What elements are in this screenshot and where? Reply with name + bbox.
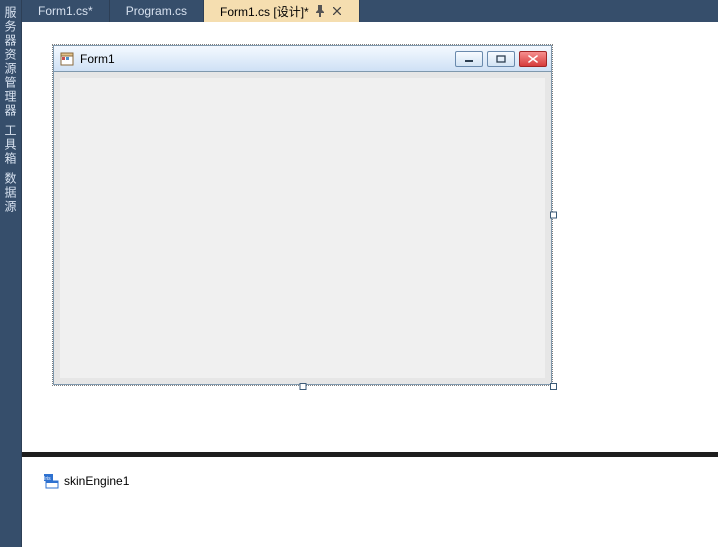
form-icon (60, 52, 74, 66)
designer-surface[interactable]: Form1 (22, 22, 718, 452)
window-buttons (455, 51, 547, 67)
side-tool-rail: 服务器资源管理器 工具箱 数据源 (0, 0, 22, 547)
document-tab-bar: Form1.cs* Program.cs Form1.cs [设计]* (22, 0, 718, 22)
resize-handle-corner[interactable] (550, 383, 557, 390)
form-selection-wrap: Form1 (52, 44, 553, 386)
form-title-bar: Form1 (54, 46, 551, 72)
pin-icon[interactable] (315, 5, 325, 17)
main-area: Form1.cs* Program.cs Form1.cs [设计]* (22, 0, 718, 547)
tab-form1-cs[interactable]: Form1.cs* (22, 0, 110, 22)
side-tab-server-explorer[interactable]: 服务器资源管理器 (1, 4, 20, 120)
tray-item-skinengine1[interactable]: Iris skinEngine1 (40, 471, 133, 491)
tab-label: Form1.cs [设计]* (220, 3, 309, 20)
form-client-area[interactable] (60, 78, 545, 378)
side-tab-data-sources[interactable]: 数据源 (1, 170, 20, 216)
tab-form1-design[interactable]: Form1.cs [设计]* (204, 0, 360, 22)
close-button[interactable] (519, 51, 547, 67)
close-icon[interactable] (331, 5, 343, 17)
tab-program-cs[interactable]: Program.cs (110, 0, 204, 22)
tab-label: Form1.cs* (38, 4, 93, 18)
component-tray: Iris skinEngine1 (22, 457, 718, 547)
tray-item-label: skinEngine1 (64, 474, 129, 488)
maximize-button[interactable] (487, 51, 515, 67)
resize-handle-right[interactable] (550, 212, 557, 219)
component-icon: Iris (44, 473, 60, 489)
side-tab-toolbox[interactable]: 工具箱 (1, 122, 20, 168)
minimize-button[interactable] (455, 51, 483, 67)
form-title-text: Form1 (80, 52, 455, 66)
resize-handle-bottom[interactable] (299, 383, 306, 390)
winform-form1[interactable]: Form1 (53, 45, 552, 385)
tab-label: Program.cs (126, 4, 187, 18)
form-selection-border: Form1 (52, 44, 553, 386)
